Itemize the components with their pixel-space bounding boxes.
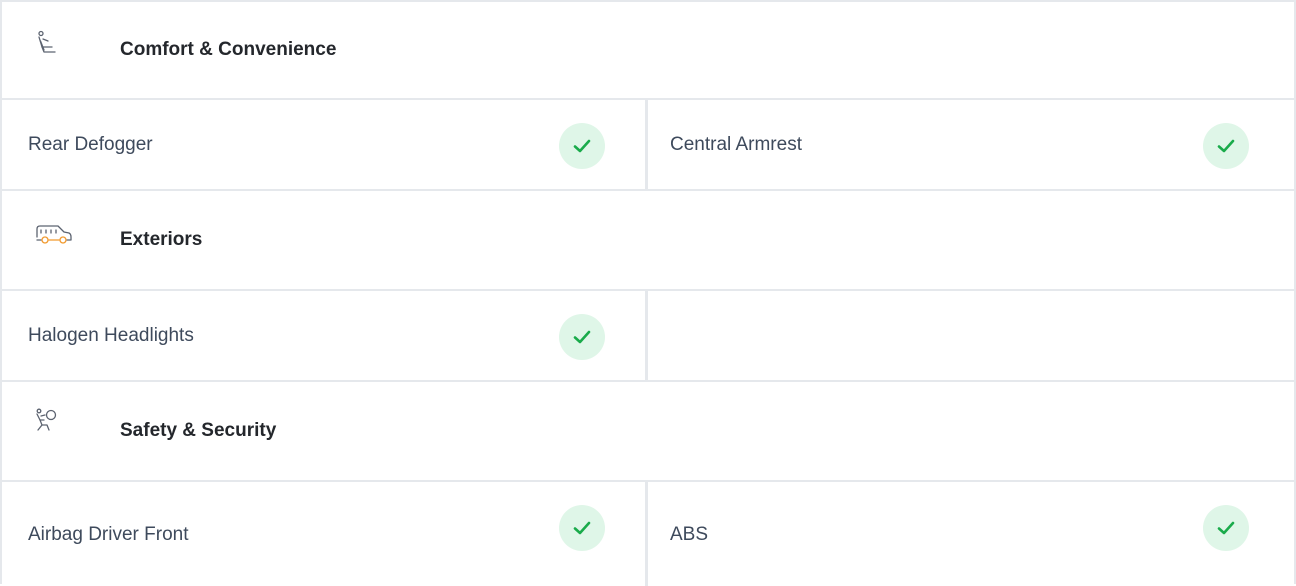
check-icon bbox=[559, 314, 605, 360]
airbag-icon bbox=[34, 408, 60, 434]
feature-cell: Rear Defogger bbox=[2, 100, 648, 189]
section-header-exteriors: Exteriors bbox=[2, 191, 1294, 291]
feature-row: Rear Defogger Central Armrest bbox=[2, 100, 1294, 191]
section-header-comfort: Comfort & Convenience bbox=[2, 2, 1294, 100]
check-icon bbox=[1203, 505, 1249, 551]
feature-row: Halogen Headlights bbox=[2, 291, 1294, 382]
feature-cell: Halogen Headlights bbox=[2, 291, 648, 380]
features-table: Comfort & Convenience Rear Defogger Cent… bbox=[0, 0, 1296, 586]
car-icon bbox=[34, 221, 74, 247]
feature-label: Halogen Headlights bbox=[28, 325, 194, 346]
check-icon bbox=[559, 505, 605, 551]
section-title: Comfort & Convenience bbox=[120, 39, 337, 60]
feature-label: Rear Defogger bbox=[28, 134, 153, 155]
seat-icon bbox=[34, 30, 60, 56]
check-icon bbox=[559, 123, 605, 169]
feature-label: ABS bbox=[670, 524, 709, 545]
feature-cell: ABS bbox=[648, 482, 1294, 586]
feature-label: Central Armrest bbox=[670, 134, 802, 155]
section-header-safety: Safety & Security bbox=[2, 382, 1294, 482]
section-title: Safety & Security bbox=[120, 420, 277, 441]
feature-row: Airbag Driver Front ABS bbox=[2, 482, 1294, 586]
check-icon bbox=[1203, 123, 1249, 169]
feature-label: Airbag Driver Front bbox=[28, 524, 189, 545]
feature-cell: Central Armrest bbox=[648, 100, 1294, 189]
feature-cell-empty bbox=[648, 291, 1294, 380]
section-title: Exteriors bbox=[120, 229, 203, 250]
feature-cell: Airbag Driver Front bbox=[2, 482, 648, 586]
